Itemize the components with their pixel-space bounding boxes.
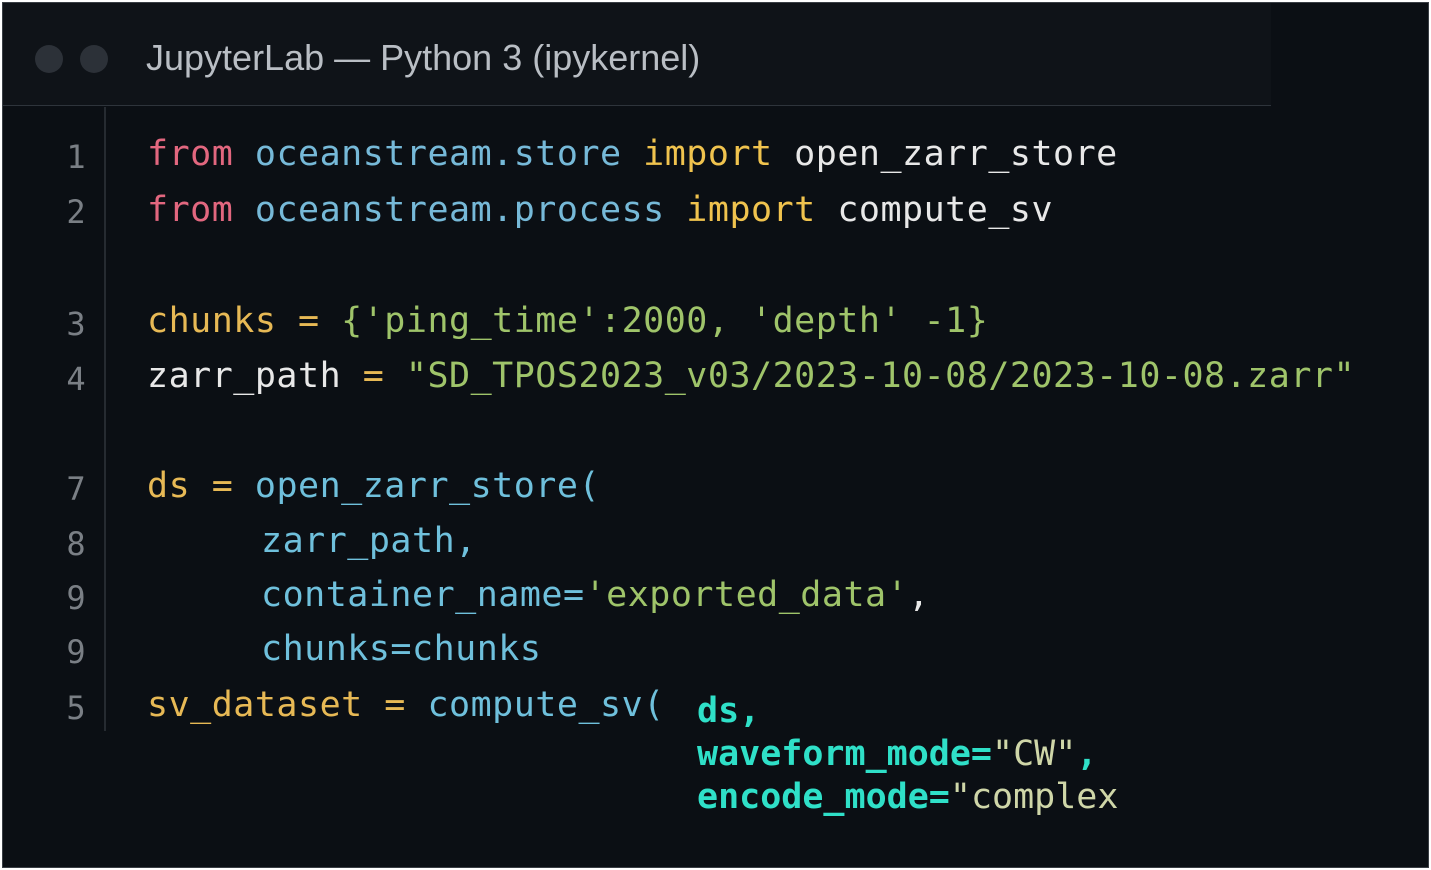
annotation-line: waveform_mode="CW", — [697, 734, 1097, 774]
line-number: 8 — [66, 525, 86, 563]
keyword-argument: container_name= — [261, 575, 585, 615]
operator: = — [276, 301, 342, 341]
code-line[interactable]: chunks = {'ping_time':2000, 'depth' -1} — [147, 301, 988, 341]
identifier: compute_sv — [815, 190, 1054, 230]
variable: sv_dataset — [147, 685, 363, 725]
title-bar: JupyterLab — Python 3 (ipykernel) — [3, 3, 1271, 106]
line-number: 9 — [66, 579, 86, 617]
module-name: oceanstream.process — [233, 190, 665, 230]
code-line[interactable]: zarr_path = "SD_TPOS2023_v03/2023-10-08/… — [147, 356, 1355, 396]
operator: = — [341, 356, 406, 396]
code-line[interactable]: chunks=chunks — [261, 629, 541, 669]
variable: ds — [147, 466, 191, 506]
code-line[interactable]: container_name='exported_data', — [261, 575, 930, 615]
keyword: from — [147, 134, 234, 174]
variable: chunks — [147, 301, 277, 341]
window-title: JupyterLab — Python 3 (ipykernel) — [146, 37, 701, 78]
keyword: from — [147, 190, 234, 230]
argument: zarr_path, — [261, 521, 477, 561]
window-minimize-button[interactable] — [80, 45, 108, 73]
string-literal: 'exported_data' — [584, 575, 909, 615]
annotation-string: "complex — [949, 777, 1119, 817]
identifier: open_zarr_store — [772, 134, 1118, 174]
line-number: 2 — [66, 193, 86, 231]
line-number: 1 — [66, 138, 86, 176]
annotation-text: , — [1076, 734, 1098, 774]
gutter-divider — [104, 107, 106, 731]
window-close-button[interactable] — [35, 45, 63, 73]
line-number: 5 — [66, 689, 86, 727]
line-number: 3 — [66, 305, 86, 343]
string-literal: "SD_TPOS2023_v03/2023-10-08/2023-10-08.z… — [405, 356, 1356, 396]
line-number: 9 — [66, 633, 86, 671]
line-number: 4 — [66, 360, 86, 398]
operator: = — [362, 685, 428, 725]
code-line[interactable]: from oceanstream.process import compute_… — [147, 190, 1053, 230]
annotation-line: ds, — [697, 691, 760, 731]
editor-window: JupyterLab — Python 3 (ipykernel) 1 2 3 … — [2, 2, 1429, 868]
function-call: open_zarr_store( — [254, 466, 601, 506]
annotation-text: encode_mode= — [697, 777, 950, 817]
annotation-text: ds, — [697, 691, 761, 731]
module-name: oceanstream.store — [233, 134, 622, 174]
variable: zarr_path — [147, 356, 342, 396]
annotation-string: "CW" — [992, 734, 1077, 774]
code-line[interactable]: sv_dataset = compute_sv( — [147, 685, 665, 725]
dict-literal: {'ping_time':2000, 'depth' -1} — [341, 301, 989, 341]
annotation-text: waveform_mode= — [697, 734, 993, 774]
annotation-line: encode_mode="complex — [697, 777, 1118, 817]
line-number: 7 — [66, 470, 86, 508]
keyword-argument: chunks=chunks — [261, 629, 542, 669]
keyword: import — [621, 134, 773, 174]
code-line[interactable]: from oceanstream.store import open_zarr_… — [147, 134, 1118, 174]
keyword: import — [664, 190, 816, 230]
operator: = — [190, 466, 255, 506]
function-call: compute_sv( — [427, 685, 665, 725]
code-line[interactable]: zarr_path, — [261, 521, 477, 561]
punctuation: , — [908, 575, 930, 615]
code-line[interactable]: ds = open_zarr_store( — [147, 466, 600, 506]
